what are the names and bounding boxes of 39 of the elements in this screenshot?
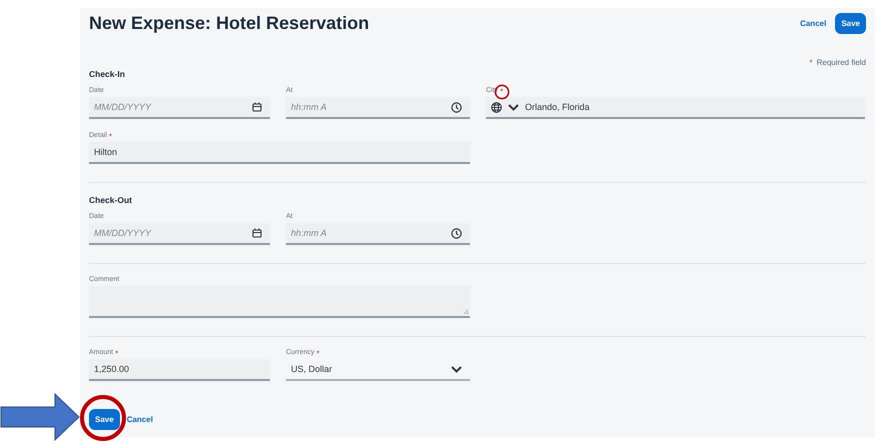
required-mark: * — [316, 349, 320, 358]
required-mark: * — [108, 132, 112, 141]
page-title: New Expense: Hotel Reservation — [89, 12, 370, 34]
arrow-icon — [0, 392, 80, 442]
time-field[interactable]: hh:mm A — [286, 97, 470, 119]
section-heading: Check-In — [89, 69, 126, 79]
cancel-link[interactable]: Cancel — [124, 409, 156, 430]
save-button[interactable]: Save — [835, 12, 866, 34]
placeholder: hh:mm A — [291, 102, 328, 112]
date-field[interactable]: MM/DD/YYYY — [89, 97, 270, 119]
cancel-link[interactable]: Cancel — [797, 12, 830, 34]
field-value: 1,250.00 — [94, 364, 130, 374]
required-mark: * — [810, 58, 813, 67]
field-value: Hilton — [94, 147, 118, 157]
time-field[interactable]: hh:mm A — [286, 223, 470, 245]
clock-icon[interactable] — [451, 102, 462, 112]
chevron-down-icon[interactable] — [451, 366, 462, 372]
field-value: Orlando, Florida — [525, 102, 591, 112]
required-mark: * — [115, 349, 118, 358]
chevron-down-icon[interactable] — [508, 104, 519, 110]
highlight-circle — [79, 394, 127, 442]
required-mark: * — [500, 87, 504, 96]
resize-grip-icon[interactable] — [463, 309, 468, 314]
section-heading: Check-Out — [89, 195, 133, 205]
city-field[interactable]: Orlando, Florida — [486, 97, 865, 119]
placeholder: MM/DD/YYYY — [94, 102, 152, 112]
save-button[interactable]: Save — [89, 409, 120, 430]
date-field[interactable]: MM/DD/YYYY — [89, 223, 270, 245]
comment-field[interactable] — [89, 286, 470, 318]
text-field[interactable]: Hilton — [89, 142, 470, 164]
text-field[interactable]: 1,250.00 — [89, 359, 270, 381]
globe-icon[interactable] — [491, 102, 502, 112]
placeholder: MM/DD/YYYY — [94, 228, 152, 238]
calendar-icon[interactable] — [252, 228, 262, 238]
calendar-icon[interactable] — [252, 102, 262, 112]
required-field-note: Required field — [816, 58, 866, 67]
clock-icon[interactable] — [451, 228, 462, 238]
placeholder: hh:mm A — [291, 228, 328, 238]
field-value: US, Dollar — [291, 364, 334, 374]
